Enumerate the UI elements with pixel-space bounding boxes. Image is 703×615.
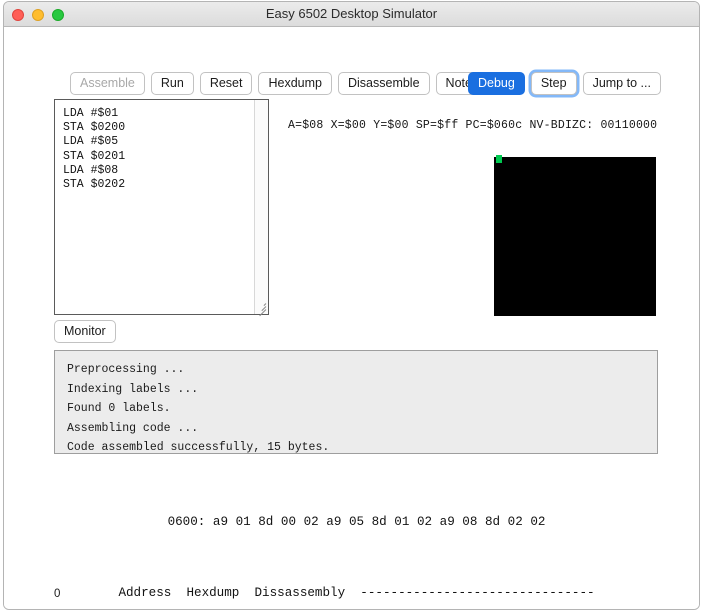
monitor-button[interactable]: Monitor xyxy=(54,320,116,343)
cpu-registers: A=$08 X=$00 Y=$00 SP=$ff PC=$060c NV-BDI… xyxy=(288,119,658,132)
reset-button[interactable]: Reset xyxy=(199,72,253,95)
resize-handle-icon[interactable] xyxy=(254,300,267,317)
debug-button[interactable]: Debug xyxy=(468,72,525,95)
footer-value: 0 xyxy=(54,588,61,600)
title-bar: Easy 6502 Desktop Simulator xyxy=(4,2,699,27)
main-toolbar: Assemble Run Reset Hexdump Disassemble N… xyxy=(70,72,489,95)
disassemble-button[interactable]: Disassemble xyxy=(337,72,430,95)
hexdump-line: 0600: a9 01 8d 00 02 a9 05 8d 01 02 a9 0… xyxy=(167,515,546,529)
assembler-output-text: Preprocessing ... Indexing labels ... Fo… xyxy=(67,363,330,454)
run-button[interactable]: Run xyxy=(150,72,194,95)
step-button[interactable]: Step xyxy=(530,72,577,95)
jump-to-button[interactable]: Jump to ... xyxy=(582,72,661,95)
window-content: Assemble Run Reset Hexdump Disassemble N… xyxy=(4,27,699,609)
code-editor-text[interactable]: LDA #$01 STA $0200 LDA #$05 STA $0201 LD… xyxy=(63,107,246,192)
code-editor-scrollbar[interactable] xyxy=(254,100,268,314)
window-title: Easy 6502 Desktop Simulator xyxy=(265,6,438,21)
display-pixel xyxy=(496,155,502,163)
hexdump-button[interactable]: Hexdump xyxy=(258,72,332,95)
assembler-output-panel: Preprocessing ... Indexing labels ... Fo… xyxy=(54,350,658,454)
hexdump-disassembly-output: 0600: a9 01 8d 00 02 a9 05 8d 01 02 a9 0… xyxy=(34,464,679,609)
app-window: Easy 6502 Desktop Simulator Assemble Run… xyxy=(3,1,700,610)
disassembly-header-line: Address Hexdump Dissassembly -----------… xyxy=(118,585,595,600)
assemble-button[interactable]: Assemble xyxy=(70,72,145,95)
code-editor[interactable]: LDA #$01 STA $0200 LDA #$05 STA $0201 LD… xyxy=(54,99,269,317)
pixel-display-canvas[interactable] xyxy=(494,155,656,316)
debug-toolbar: Debug Step Jump to ... xyxy=(468,72,661,95)
